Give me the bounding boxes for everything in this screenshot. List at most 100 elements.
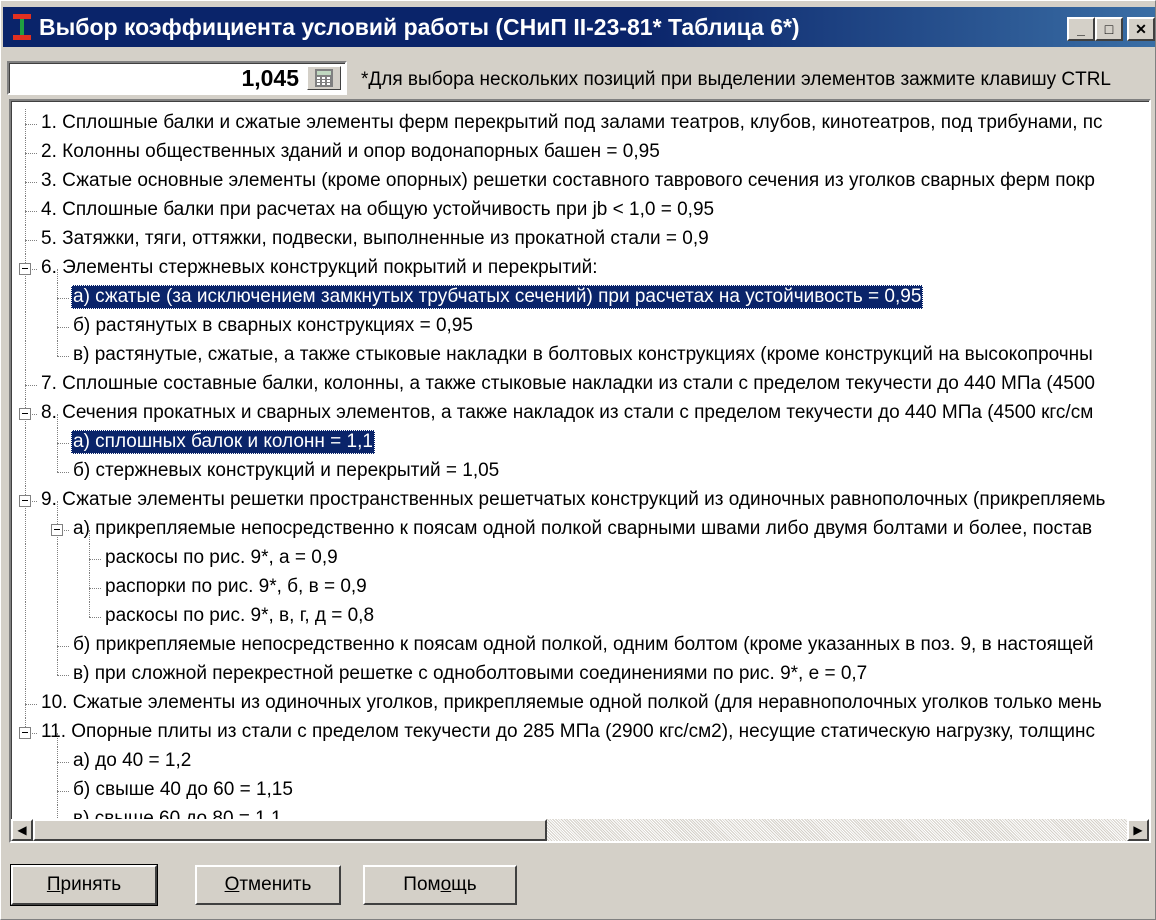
tree-item-label: раскосы по рис. 9*, а = 0,9 xyxy=(105,547,338,568)
tree-guide-line xyxy=(25,312,26,341)
tree-item-label: 2. Колонны общественных зданий и опор во… xyxy=(41,141,660,162)
tree-item-label: а) сплошных балок и колонн = 1,1 xyxy=(71,430,375,454)
tree-guide-line xyxy=(25,544,26,573)
accept-button[interactable]: Принять xyxy=(11,865,157,905)
collapse-icon[interactable] xyxy=(19,262,31,275)
tree-item[interactable]: 8. Сечения прокатных и сварных элементов… xyxy=(11,399,1149,428)
tree-connector xyxy=(89,616,101,618)
tree-item[interactable]: а) сплошных балок и колонн = 1,1 xyxy=(11,428,1149,457)
tree-item[interactable]: 11. Опорные плиты из стали с пределом те… xyxy=(11,718,1149,747)
help-button[interactable]: Помощь xyxy=(363,865,517,905)
tree-connector xyxy=(57,674,69,676)
tree-item-label: в) растянутые, сжатые, а также стыковые … xyxy=(73,344,1093,365)
tree-guide-line xyxy=(25,602,26,631)
tree-guide-line xyxy=(25,457,26,486)
tree-guide-line xyxy=(57,660,58,675)
collapse-icon[interactable] xyxy=(51,523,63,536)
tree-item-label: 4. Сплошные балки при расчетах на общую … xyxy=(41,199,715,220)
collapse-icon[interactable] xyxy=(19,726,31,739)
tree-guide-line xyxy=(25,283,26,312)
tree-item-label: а) сжатые (за исключением замкнутых труб… xyxy=(71,285,924,309)
coefficient-tree[interactable]: 1. Сплошные балки и сжатые элементы ферм… xyxy=(9,99,1151,843)
arrow-right-icon: ▶ xyxy=(1133,823,1143,837)
tree-guide-line xyxy=(25,631,26,660)
tree-item-label: в) свыше 60 до 80 = 1,1 xyxy=(73,808,282,819)
title-bar[interactable]: Выбор коэффициента условий работы (СНиП … xyxy=(3,7,1155,47)
tree-connector xyxy=(57,326,69,328)
tree-item[interactable]: 3. Сжатые основные элементы (кроме опорн… xyxy=(11,167,1149,196)
tree-connector xyxy=(57,355,69,357)
collapse-icon[interactable] xyxy=(19,494,31,507)
accept-mnemonic: П xyxy=(46,874,61,895)
tree-item[interactable]: 5. Затяжки, тяги, оттяжки, подвески, вып… xyxy=(11,225,1149,254)
tree-item[interactable]: б) свыше 40 до 60 = 1,15 xyxy=(11,776,1149,805)
tree-guide-line xyxy=(25,341,26,370)
coefficient-value-field[interactable]: 1,045 xyxy=(7,61,347,95)
tree-item-label: б) растянутых в сварных конструкциях = 0… xyxy=(73,315,473,336)
tree-item[interactable]: раскосы по рис. 9*, в, г, д = 0,8 xyxy=(11,602,1149,631)
tree-connector xyxy=(57,790,69,792)
tree-item[interactable]: а) прикрепляемые непосредственно к пояса… xyxy=(11,515,1149,544)
tree-guide-line xyxy=(57,805,58,819)
close-button[interactable]: ✕ xyxy=(1127,17,1155,41)
tree-connector xyxy=(57,471,69,473)
tree-connector xyxy=(89,558,101,560)
minimize-icon: _ xyxy=(1077,21,1085,37)
scroll-right-button[interactable]: ▶ xyxy=(1127,819,1149,841)
tree-guide-line xyxy=(57,457,58,472)
tree-connector xyxy=(25,384,37,386)
tree-item[interactable]: в) свыше 60 до 80 = 1,1 xyxy=(11,805,1149,819)
tree-item-label: 8. Сечения прокатных и сварных элементов… xyxy=(41,402,1094,423)
tree-item-label: 1. Сплошные балки и сжатые элементы ферм… xyxy=(41,112,1103,133)
minimize-button[interactable]: _ xyxy=(1067,17,1095,41)
maximize-icon: □ xyxy=(1104,21,1114,37)
tree-connector xyxy=(25,239,37,241)
scroll-left-button[interactable]: ◀ xyxy=(11,819,33,841)
tree-item-label: 6. Элементы стержневых конструкций покры… xyxy=(41,257,598,278)
tree-item-label: 5. Затяжки, тяги, оттяжки, подвески, вып… xyxy=(41,228,709,249)
tree-item[interactable]: 9. Сжатые элементы решетки пространствен… xyxy=(11,486,1149,515)
tree-item[interactable]: а) сжатые (за исключением замкнутых труб… xyxy=(11,283,1149,312)
tree-item[interactable]: 7. Сплошные составные балки, колонны, а … xyxy=(11,370,1149,399)
calculator-icon xyxy=(315,69,333,87)
tree-guide-line xyxy=(25,428,26,457)
horizontal-scrollbar[interactable]: ◀ ▶ xyxy=(11,819,1149,841)
collapse-icon[interactable] xyxy=(19,407,31,420)
tree-connector xyxy=(25,123,37,125)
tree-item-label: 11. Опорные плиты из стали с пределом те… xyxy=(41,721,1095,742)
tree-item[interactable]: распорки по рис. 9*, б, в = 0,9 xyxy=(11,573,1149,602)
tree-item[interactable]: 1. Сплошные балки и сжатые элементы ферм… xyxy=(11,109,1149,138)
tree-connector xyxy=(57,761,69,763)
cancel-button[interactable]: Отменить xyxy=(195,865,341,905)
tree-item[interactable]: в) растянутые, сжатые, а также стыковые … xyxy=(11,341,1149,370)
tree-item[interactable]: а) до 40 = 1,2 xyxy=(11,747,1149,776)
tree-connector xyxy=(89,587,101,589)
tree-item[interactable]: б) прикрепляемые непосредственно к пояса… xyxy=(11,631,1149,660)
tree-guide-line xyxy=(57,341,58,356)
calculator-button[interactable] xyxy=(307,66,341,90)
tree-connector xyxy=(25,210,37,212)
cancel-mnemonic: О xyxy=(224,874,240,895)
scrollbar-thumb[interactable] xyxy=(33,819,547,841)
tree-item[interactable]: 10. Сжатые элементы из одиночных уголков… xyxy=(11,689,1149,718)
cancel-label: тменить xyxy=(239,874,312,895)
tree-item-label: б) стержневых конструкций и перекрытий =… xyxy=(73,460,500,481)
tree-item[interactable]: раскосы по рис. 9*, а = 0,9 xyxy=(11,544,1149,573)
tree-connector xyxy=(25,181,37,183)
tree-item[interactable]: в) при сложной перекрестной решетке с од… xyxy=(11,660,1149,689)
tree-item-label: а) прикрепляемые непосредственно к пояса… xyxy=(73,518,1093,539)
tree-item-label: распорки по рис. 9*, б, в = 0,9 xyxy=(105,576,367,597)
tree-item-label: б) свыше 40 до 60 = 1,15 xyxy=(73,779,293,800)
help-label-start: Пом xyxy=(403,874,441,895)
multi-select-hint: *Для выбора нескольких позиций при выдел… xyxy=(361,69,1111,90)
tree-item[interactable]: 6. Элементы стержневых конструкций покры… xyxy=(11,254,1149,283)
tree-connector xyxy=(57,442,69,444)
tree-item-label: а) до 40 = 1,2 xyxy=(73,750,192,771)
tree-item[interactable]: 2. Колонны общественных зданий и опор во… xyxy=(11,138,1149,167)
tree-guide-line xyxy=(57,573,58,602)
maximize-button[interactable]: □ xyxy=(1095,17,1123,41)
tree-item[interactable]: б) растянутых в сварных конструкциях = 0… xyxy=(11,312,1149,341)
tree-item[interactable]: 4. Сплошные балки при расчетах на общую … xyxy=(11,196,1149,225)
tree-item-label: 10. Сжатые элементы из одиночных уголков… xyxy=(41,692,1102,713)
tree-item[interactable]: б) стержневых конструкций и перекрытий =… xyxy=(11,457,1149,486)
